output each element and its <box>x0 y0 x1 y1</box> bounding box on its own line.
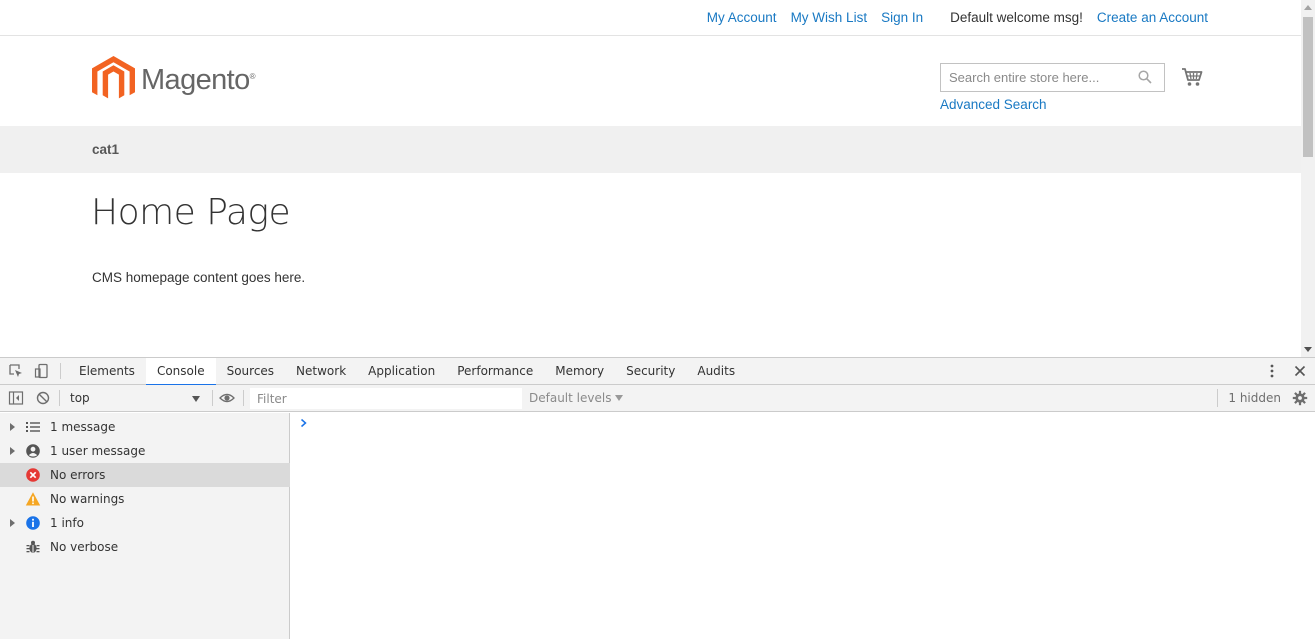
tab-application[interactable]: Application <box>357 358 446 385</box>
context-value: top <box>70 391 90 405</box>
devtools-panel: Elements Console Sources Network Applica… <box>0 357 1315 639</box>
scroll-up-icon[interactable] <box>1304 5 1312 10</box>
store-page: My Account My Wish List Sign In Default … <box>0 0 1301 357</box>
devtools-tabbar: Elements Console Sources Network Applica… <box>0 358 1315 386</box>
tab-memory[interactable]: Memory <box>544 358 615 385</box>
category-nav: cat1 <box>0 126 1301 173</box>
toolbar-divider <box>243 390 244 406</box>
inspect-element-icon[interactable] <box>8 363 24 379</box>
sidebar-item-info[interactable]: 1 info <box>0 511 290 535</box>
sidebar-item-messages[interactable]: 1 message <box>0 415 290 439</box>
console-filter-input[interactable] <box>250 388 522 409</box>
context-select[interactable]: top <box>63 388 208 408</box>
sidebar-item-label: 1 message <box>50 420 116 434</box>
toolbar-divider <box>212 390 213 406</box>
page-content: CMS homepage content goes here. <box>92 270 306 285</box>
sidebar-item-label: No errors <box>50 468 106 482</box>
cart-icon[interactable] <box>1181 67 1203 92</box>
tab-network[interactable]: Network <box>285 358 357 385</box>
top-panel-header: My Account My Wish List Sign In Default … <box>0 0 1301 36</box>
console-output[interactable] <box>291 413 1315 639</box>
page-scrollbar[interactable] <box>1301 0 1315 357</box>
tab-elements[interactable]: Elements <box>68 358 146 385</box>
live-expression-eye-icon[interactable] <box>219 390 235 406</box>
console-settings-gear-icon[interactable] <box>1292 390 1308 406</box>
console-toolbar: top Default levels 1 hidden <box>0 385 1315 412</box>
tab-audits[interactable]: Audits <box>686 358 746 385</box>
advanced-search-link[interactable]: Advanced Search <box>940 97 1047 112</box>
close-devtools-icon[interactable] <box>1292 363 1308 379</box>
sidebar-item-warnings[interactable]: No warnings <box>0 487 290 511</box>
expand-arrow-icon[interactable] <box>10 447 15 455</box>
tabbar-divider <box>60 363 61 379</box>
sign-in-link[interactable]: Sign In <box>881 10 923 25</box>
more-options-icon[interactable] <box>1264 363 1280 379</box>
sidebar-item-label: No warnings <box>50 492 125 506</box>
search-icon[interactable] <box>1138 70 1152 89</box>
search-box <box>940 63 1165 92</box>
logo-registered-mark: ® <box>249 71 256 81</box>
bug-icon <box>25 539 41 555</box>
sidebar-item-user-messages[interactable]: 1 user message <box>0 439 290 463</box>
log-levels-label: Default levels <box>529 391 612 405</box>
toolbar-divider <box>59 390 60 406</box>
log-levels-dropdown[interactable]: Default levels <box>529 385 624 412</box>
device-toolbar-icon[interactable] <box>34 363 50 379</box>
magento-logo-icon <box>92 56 135 99</box>
devtools-tabs: Elements Console Sources Network Applica… <box>68 358 746 386</box>
create-account-link[interactable]: Create an Account <box>1097 10 1208 25</box>
magento-logo[interactable]: Magento ® <box>92 56 256 104</box>
list-icon <box>25 419 41 435</box>
browser-viewport: My Account My Wish List Sign In Default … <box>0 0 1315 357</box>
context-dropdown-icon <box>192 396 200 402</box>
warning-icon <box>25 491 41 507</box>
sidebar-item-label: 1 info <box>50 516 84 530</box>
search-input[interactable] <box>941 64 1131 91</box>
my-account-link[interactable]: My Account <box>707 10 777 25</box>
logo-text: Magento <box>141 63 250 96</box>
expand-arrow-icon[interactable] <box>10 423 15 431</box>
wish-list-link[interactable]: My Wish List <box>791 10 868 25</box>
tab-console[interactable]: Console <box>145 358 216 386</box>
sidebar-item-verbose[interactable]: No verbose <box>0 535 290 559</box>
scroll-down-icon[interactable] <box>1304 347 1312 352</box>
chevron-down-icon <box>615 395 624 401</box>
tab-performance[interactable]: Performance <box>446 358 544 385</box>
hidden-messages-count: 1 hidden <box>1217 389 1281 407</box>
scrollbar-thumb[interactable] <box>1303 17 1313 157</box>
sidebar-toggle-icon[interactable] <box>8 390 24 406</box>
info-icon <box>25 515 41 531</box>
sidebar-item-label: 1 user message <box>50 444 146 458</box>
console-prompt-icon[interactable] <box>300 417 308 431</box>
page-title: Home Page <box>91 192 291 233</box>
sidebar-item-errors[interactable]: No errors <box>0 463 290 487</box>
nav-item-cat1[interactable]: cat1 <box>92 142 119 157</box>
clear-console-icon[interactable] <box>35 390 51 406</box>
error-icon <box>25 467 41 483</box>
tab-sources[interactable]: Sources <box>216 358 285 385</box>
user-icon <box>25 443 41 459</box>
sidebar-item-label: No verbose <box>50 540 119 554</box>
tab-security[interactable]: Security <box>615 358 686 385</box>
expand-arrow-icon[interactable] <box>10 519 15 527</box>
welcome-message: Default welcome msg! <box>950 10 1083 25</box>
header-links: My Account My Wish List Sign In Default … <box>693 10 1208 25</box>
console-sidebar: 1 message 1 user message No errors No wa… <box>0 413 290 639</box>
